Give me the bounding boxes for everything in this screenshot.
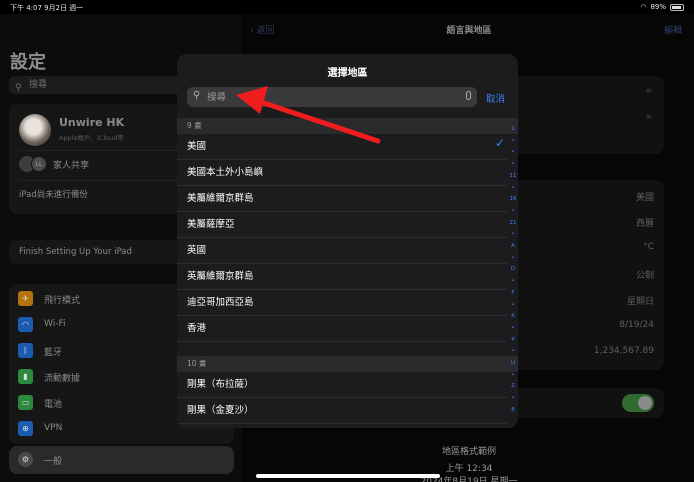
index-key[interactable]: • [506, 348, 518, 354]
format-example-title: 地區格式範例 [441, 447, 496, 457]
index-key[interactable]: • [506, 208, 518, 214]
battery-icon: ▭ [18, 395, 33, 410]
family-label: 家人共享 [53, 160, 90, 171]
microphone-icon[interactable] [466, 91, 471, 100]
region-list-item[interactable]: 美屬薩摩亞 [177, 212, 507, 238]
avatar[interactable] [19, 114, 51, 146]
region-list-item[interactable]: 美國本土外小島嶼 [177, 160, 507, 186]
battery-icon [670, 3, 684, 11]
airplane-icon: ✈ [18, 291, 33, 306]
home-indicator[interactable] [256, 474, 440, 478]
toggle-switch[interactable] [622, 394, 654, 412]
index-key[interactable]: 1 [506, 126, 518, 132]
sidebar-item-label: Wi-Fi [44, 319, 66, 329]
index-key[interactable]: • [506, 325, 518, 331]
setting-value[interactable]: 美國 [636, 190, 654, 203]
section-header: 10 畫 [177, 356, 518, 372]
index-key[interactable]: F [506, 290, 518, 296]
wifi-status-icon: ◠ [640, 3, 647, 11]
vpn-icon: ⊕ [18, 421, 33, 436]
search-icon: ⚲ [15, 83, 22, 93]
region-list-item[interactable]: 剛果（金夏沙） [177, 398, 507, 424]
region-search-input[interactable] [207, 87, 457, 107]
bluetooth-icon: ᛒ [18, 343, 33, 358]
family-sharing-row[interactable]: LL 家人共享 [19, 156, 89, 172]
region-list-item[interactable]: 英國 [177, 238, 507, 264]
sidebar-item-label: 藍牙 [44, 348, 63, 358]
sidebar-item-label: VPN [44, 423, 63, 433]
setting-value[interactable]: °C [643, 242, 654, 252]
index-key[interactable]: • [506, 395, 518, 401]
reorder-handle-icon[interactable]: ≡ [645, 112, 652, 121]
index-key[interactable]: • [506, 149, 518, 155]
family-avatar-initials: LL [31, 156, 47, 172]
page-title: 設定 [10, 52, 46, 73]
index-key[interactable]: U [506, 360, 518, 366]
search-icon: ⚲ [193, 90, 201, 101]
index-key[interactable]: D [506, 266, 518, 272]
battery-percent: 89% [650, 3, 666, 11]
index-key[interactable]: • [506, 231, 518, 237]
sidebar-item-general[interactable]: ⚙ 一般 [9, 446, 234, 474]
setting-value[interactable]: 1,234,567.89 [594, 346, 654, 356]
sidebar-item-label: 飛行模式 [44, 296, 81, 306]
index-key[interactable]: • [506, 138, 518, 144]
sidebar-item-label: 電池 [44, 400, 63, 410]
index-key[interactable]: P [506, 337, 518, 343]
setting-value[interactable]: 西曆 [636, 216, 654, 229]
region-picker-modal: 選擇地區 ⚲ 取消 9 畫美國美國本土外小島嶼美屬維爾京群島美屬薩摩亞英國英屬維… [177, 54, 518, 428]
gear-icon: ⚙ [18, 452, 33, 467]
index-key[interactable]: • [506, 372, 518, 378]
sidebar-search-placeholder: 搜尋 [29, 80, 48, 90]
edit-button[interactable]: 編輯 [664, 23, 682, 36]
region-list-item[interactable]: 英屬維爾京群島 [177, 264, 507, 290]
wifi-icon: ◠ [18, 317, 33, 332]
profile-subtitle: Apple帳戶、iCloud等 [59, 134, 124, 142]
index-key[interactable]: 21 [506, 220, 518, 226]
status-time-date: 下午 4:07 9月2日 週一 [10, 4, 84, 12]
sidebar-item-label: 一般 [44, 457, 63, 467]
index-key[interactable]: K [506, 313, 518, 319]
region-list-item[interactable]: 美國 [177, 134, 507, 160]
region-list-item[interactable]: 美屬維爾京群島 [177, 186, 507, 212]
index-key[interactable]: 11 [506, 173, 518, 179]
modal-title: 選擇地區 [327, 68, 368, 79]
index-key[interactable]: A [506, 243, 518, 249]
detail-topbar: ‹ 返回 語言與地區 編輯 [244, 14, 694, 44]
setting-value[interactable]: 星期日 [627, 294, 654, 307]
index-key[interactable]: 16 [506, 196, 518, 202]
cellular-icon: ▮ [18, 369, 33, 384]
region-list-item[interactable]: 香港 [177, 316, 507, 342]
index-key[interactable]: • [506, 185, 518, 191]
profile-name: Unwire HK [59, 116, 125, 129]
checkmark-icon: ✓ [495, 136, 506, 150]
region-search-field[interactable]: ⚲ [187, 87, 477, 107]
index-key[interactable]: 8 [506, 407, 518, 413]
cancel-button[interactable]: 取消 [486, 91, 505, 105]
index-key[interactable]: • [506, 255, 518, 261]
index-key[interactable]: • [506, 278, 518, 284]
index-key[interactable]: Z [506, 383, 518, 389]
status-bar: 下午 4:07 9月2日 週一 ◠ 89% [0, 0, 694, 14]
format-example-time: 上午 12:34 [445, 464, 493, 474]
reorder-handle-icon[interactable]: ≡ [645, 86, 652, 95]
region-list-item[interactable]: 迪亞哥加西亞島 [177, 290, 507, 316]
index-key[interactable]: • [506, 161, 518, 167]
section-header: 9 畫 [177, 118, 518, 134]
sidebar-item-label: 流動數據 [44, 374, 81, 384]
backup-notice[interactable]: iPad尚未進行備份 [19, 188, 88, 200]
setting-value[interactable]: 8/19/24 [619, 320, 654, 330]
section-index-bar[interactable]: 1 • • • 11 • 16 • 21 • A • D • F • K • P • U • Z • 8 [506, 126, 518, 426]
region-list-item[interactable]: 剛果（布拉薩） [177, 372, 507, 398]
setting-value[interactable]: 公制 [636, 268, 654, 281]
detail-title: 語言與地區 [446, 26, 492, 36]
index-key[interactable]: • [506, 302, 518, 308]
